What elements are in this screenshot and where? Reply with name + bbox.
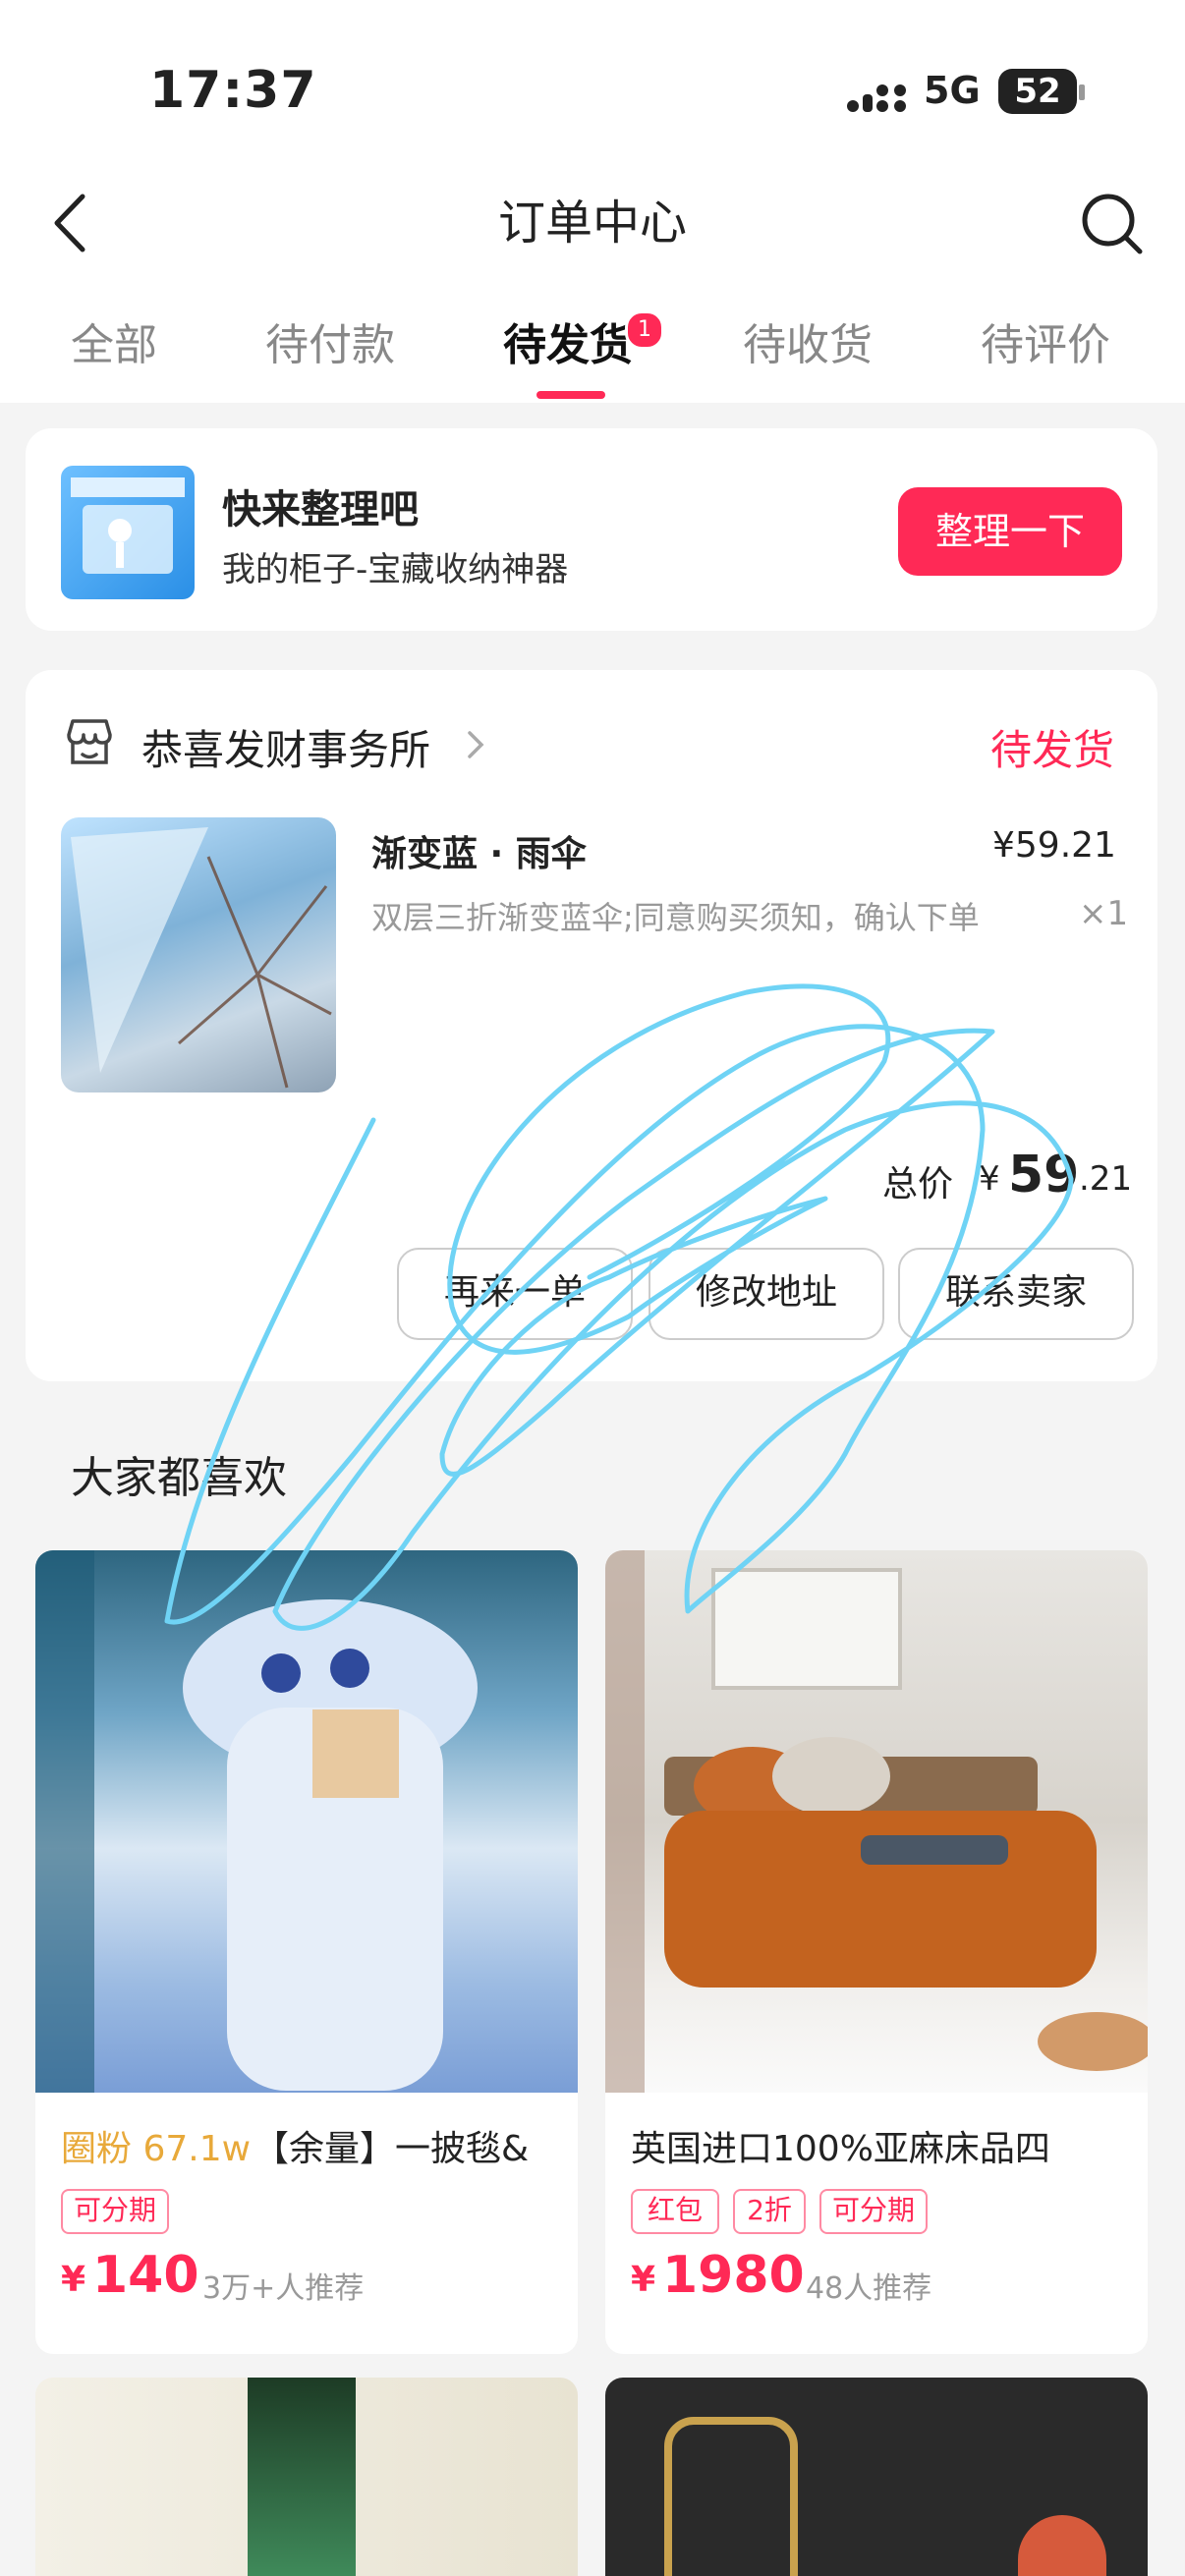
scribble-overlay (164, 983, 1074, 1631)
